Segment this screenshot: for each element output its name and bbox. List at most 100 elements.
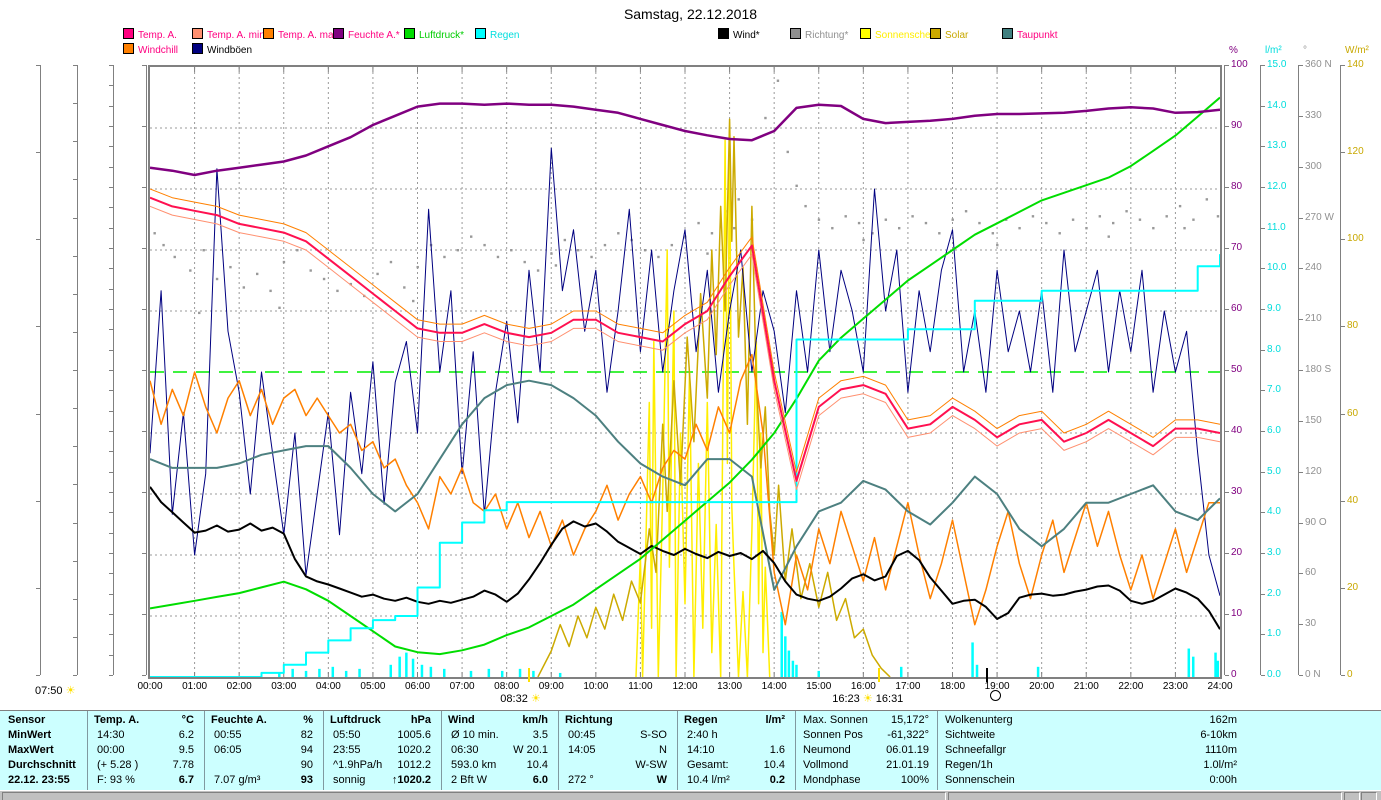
- axis-tick-label-lm2: 14.0: [1267, 99, 1287, 111]
- axis-tick-label-deg: 150: [1305, 414, 1322, 426]
- x-axis-label: 20:00: [1029, 681, 1055, 692]
- axis-tick-label-lm2: 4.0: [1267, 506, 1281, 518]
- table-cell-value: 6.0: [532, 774, 548, 786]
- axis-tick-lm2: [1261, 431, 1265, 432]
- x-axis-label: 02:00: [226, 681, 252, 692]
- legend-item-windb-en[interactable]: Windböen: [192, 43, 252, 56]
- axis-tick-pct: [1225, 370, 1229, 371]
- legend-item-temp-a-max[interactable]: Temp. A. max: [263, 28, 339, 41]
- chart-plot-area: [148, 65, 1222, 679]
- extra-value: 1.0l/m²: [1203, 759, 1237, 771]
- axis-tick-kmh: [109, 126, 113, 127]
- table-cell-value: 0.2: [769, 774, 785, 786]
- axis-tick-label-pct: 40: [1231, 425, 1243, 436]
- axis-tick-label-deg: 210: [1305, 313, 1322, 325]
- table-cell-value: W-SW: [635, 759, 667, 771]
- axis-tick-wm2: [1341, 587, 1345, 589]
- axis-tick-hpa: [73, 179, 77, 181]
- astro-value: 06.01.19: [886, 744, 929, 756]
- axis-tick-min: [142, 65, 146, 66]
- axis-tick-label-deg: 240: [1305, 262, 1322, 274]
- axis-tick-label-wm2: 40: [1347, 494, 1359, 506]
- axis-tick-label-lm2: 1.0: [1267, 628, 1281, 640]
- axis-tick-kmh: [109, 349, 113, 351]
- axis-tick-temp: [36, 152, 40, 154]
- axis-tick-pct: [1225, 614, 1229, 615]
- axis-tick-kmh: [109, 675, 113, 676]
- legend-color-swatch: [192, 28, 203, 39]
- axis-tick-deg: [1299, 420, 1303, 422]
- axis-tick-kmh: [109, 207, 113, 209]
- table-cell-value: 6.2: [178, 729, 194, 741]
- legend-color-swatch: [192, 43, 203, 54]
- legend-item-taupunkt[interactable]: Taupunkt: [1002, 28, 1058, 41]
- axis-tick-label-lm2: 11.0: [1267, 221, 1286, 233]
- axis-tick-hpa: [73, 408, 77, 410]
- axis-tick-pct: [1225, 492, 1229, 493]
- x-axis-label: 18:00: [939, 681, 966, 692]
- axis-tick-kmh: [109, 187, 113, 188]
- x-axis-label: 00:00: [137, 681, 163, 692]
- legend-color-swatch: [123, 43, 134, 54]
- axis-tick-hpa: [73, 370, 77, 371]
- axis-tick-label-wm2: 20: [1347, 581, 1359, 593]
- axis-unit-deg: °: [1303, 45, 1307, 56]
- axis-tick-label-deg: 30: [1305, 618, 1317, 630]
- table-cell-value: 1012.2: [397, 759, 431, 771]
- axis-tick-lm2: [1261, 268, 1265, 270]
- axis-tick-label-pct: 100: [1231, 59, 1248, 70]
- page-title: Samstag, 22.12.2018: [623, 6, 758, 22]
- table-row-label: Sensor: [8, 714, 46, 726]
- legend-item-richtung-[interactable]: Richtung*: [790, 28, 848, 41]
- axis-tick-label-wm2: 100: [1347, 233, 1364, 245]
- axis-tick-deg: [1299, 217, 1303, 219]
- status-panel-4: [1361, 792, 1377, 800]
- legend-item-label: Solar: [945, 30, 969, 41]
- axis-tick-wm2: [1341, 500, 1345, 502]
- table-cell-value: 7.78: [172, 759, 194, 771]
- legend-item-sonnenschein[interactable]: Sonnenschein: [860, 28, 938, 41]
- legend-item-wind-[interactable]: Wind*: [718, 28, 760, 41]
- x-axis-label: 13:00: [717, 681, 743, 692]
- x-axis-label: 21:00: [1073, 681, 1099, 692]
- table-cell-value: 6.7: [178, 774, 194, 786]
- astro-value: 15,172°: [890, 714, 929, 726]
- axis-tick-kmh: [109, 410, 113, 412]
- axis-tick-hpa: [73, 103, 77, 105]
- axis-tick-lm2: [1261, 593, 1265, 595]
- table-col-unit: l/m²: [765, 714, 785, 726]
- status-panel-2: [948, 792, 1342, 800]
- axis-tick-label-pct: 0: [1231, 669, 1237, 680]
- table-cell-value: W: [656, 774, 667, 786]
- axis-sunset-tick: [878, 668, 881, 682]
- axis-tick-label-wm2: 60: [1347, 407, 1359, 419]
- legend-color-swatch: [263, 28, 274, 39]
- legend-item-luftdruck-[interactable]: Luftdruck*: [404, 28, 464, 41]
- axis-tick-kmh: [109, 370, 113, 371]
- legend-item-solar[interactable]: Solar: [930, 28, 969, 41]
- status-bar: [0, 790, 1381, 800]
- legend-item-regen[interactable]: Regen: [475, 28, 519, 41]
- axis-tick-label-lm2: 0.0: [1267, 669, 1281, 680]
- legend-item-temp-a-[interactable]: Temp. A.: [123, 28, 177, 41]
- axis-tick-lm2: [1261, 471, 1265, 473]
- axis-unit-pct: %: [1229, 45, 1238, 56]
- table-cell-value: S-SO: [640, 729, 667, 741]
- legend-item-label: Wind*: [733, 30, 760, 41]
- legend-item-temp-a-min[interactable]: Temp. A. min: [192, 28, 265, 41]
- axis-tick-wm2: [1341, 413, 1345, 415]
- x-axis-label: 09:00: [538, 681, 564, 692]
- axis-tick-kmh: [109, 166, 113, 168]
- legend-item-feuchte-a-[interactable]: Feuchte A.*: [333, 28, 400, 41]
- extra-value: 162m: [1209, 714, 1237, 726]
- table-cell-value: 93: [300, 774, 313, 786]
- astro-value: -61,322°: [887, 729, 929, 741]
- x-axis-label: 16:00: [850, 681, 876, 692]
- x-axis-label: 22:00: [1118, 681, 1144, 692]
- x-axis-label: 07:00: [449, 681, 475, 692]
- pre-sunrise-time: 07:50 ☀: [35, 685, 76, 697]
- axis-tick-lm2: [1261, 349, 1265, 351]
- axis-tick-pct: [1225, 126, 1229, 127]
- axis-tick-hpa: [73, 293, 77, 295]
- legend-item-windchill[interactable]: Windchill: [123, 43, 178, 56]
